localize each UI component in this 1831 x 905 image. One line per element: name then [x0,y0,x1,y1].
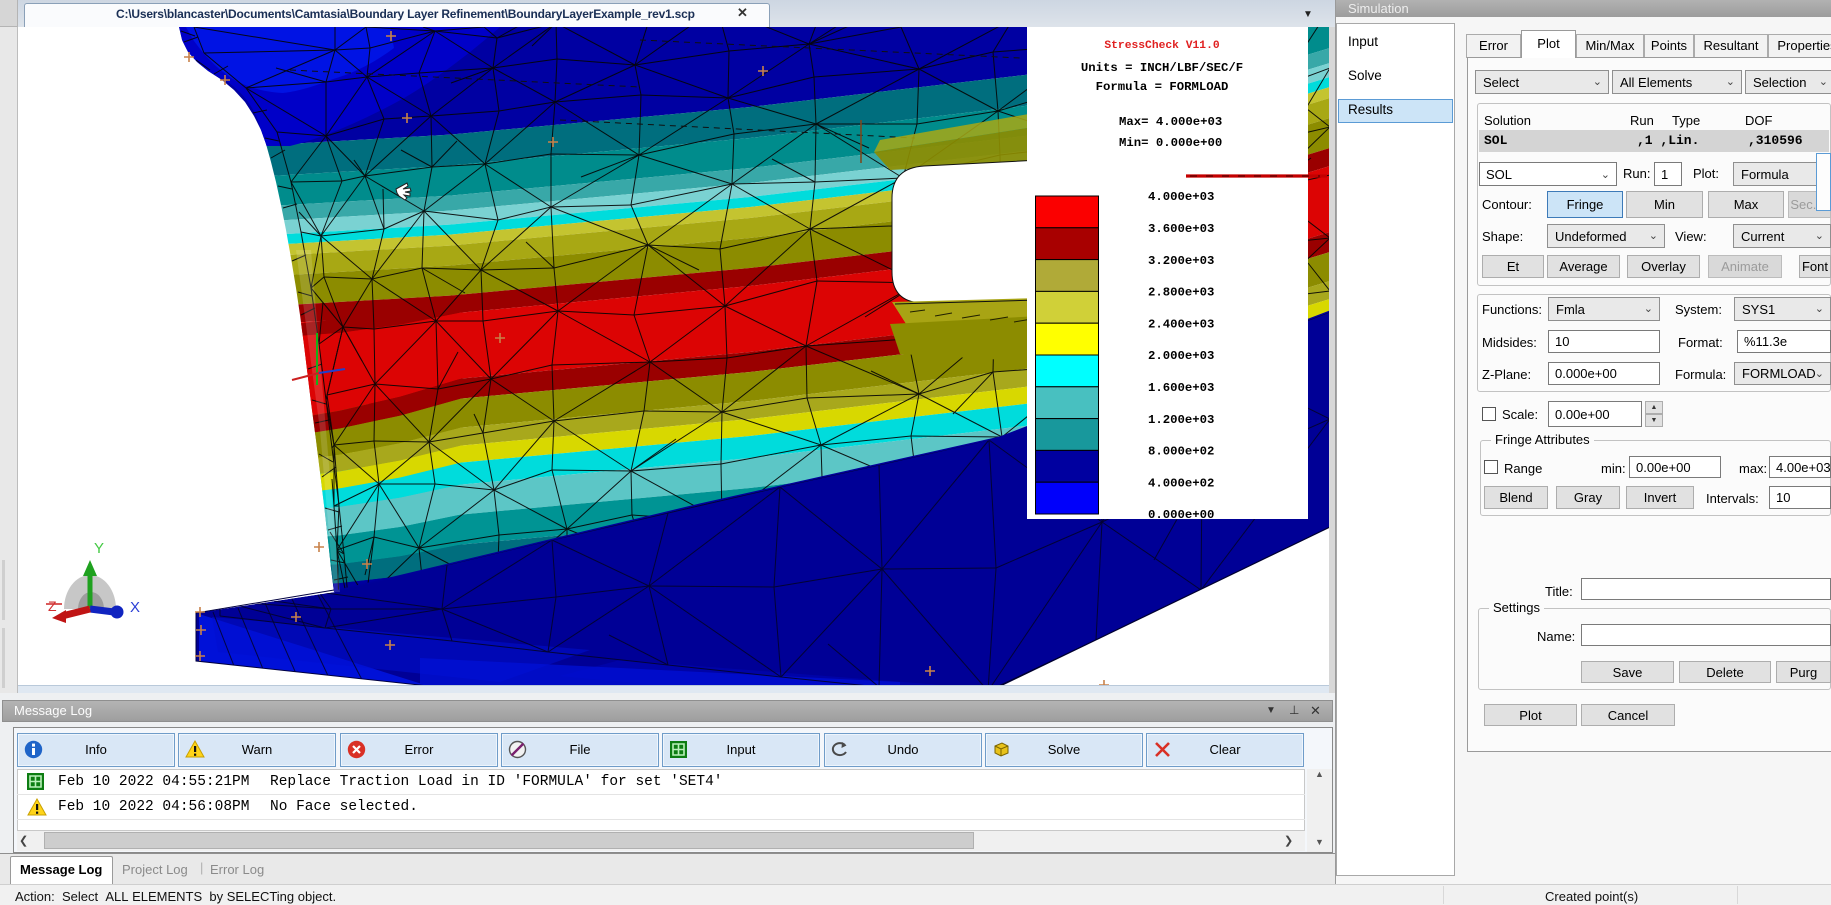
svg-text:3.200e+03: 3.200e+03 [1148,254,1214,268]
svg-text:4.000e+02: 4.000e+02 [1148,476,1214,490]
svg-text:3.600e+03: 3.600e+03 [1148,222,1214,236]
svg-text:1.200e+03: 1.200e+03 [1148,413,1214,427]
svg-text:1.600e+03: 1.600e+03 [1148,381,1214,395]
svg-text:4.000e+03: 4.000e+03 [1148,190,1214,204]
svg-text:X: X [130,599,140,616]
svg-text:8.000e+02: 8.000e+02 [1148,445,1214,459]
svg-text:0.000e+00: 0.000e+00 [1148,508,1214,522]
svg-text:2.000e+03: 2.000e+03 [1148,349,1214,363]
svg-text:StressCheck V11.0: StressCheck V11.0 [1104,40,1219,52]
svg-text:Min= 0.000e+00: Min= 0.000e+00 [1119,136,1222,150]
svg-text:Max= 4.000e+03: Max= 4.000e+03 [1119,115,1222,129]
svg-text:Formula = FORMLOAD: Formula = FORMLOAD [1096,80,1229,94]
svg-text:Units = INCH/LBF/SEC/F: Units = INCH/LBF/SEC/F [1081,61,1243,75]
svg-text:2.800e+03: 2.800e+03 [1148,286,1214,300]
svg-text:Z: Z [48,598,57,614]
svg-text:2.400e+03: 2.400e+03 [1148,317,1214,331]
svg-text:Y: Y [94,540,104,557]
